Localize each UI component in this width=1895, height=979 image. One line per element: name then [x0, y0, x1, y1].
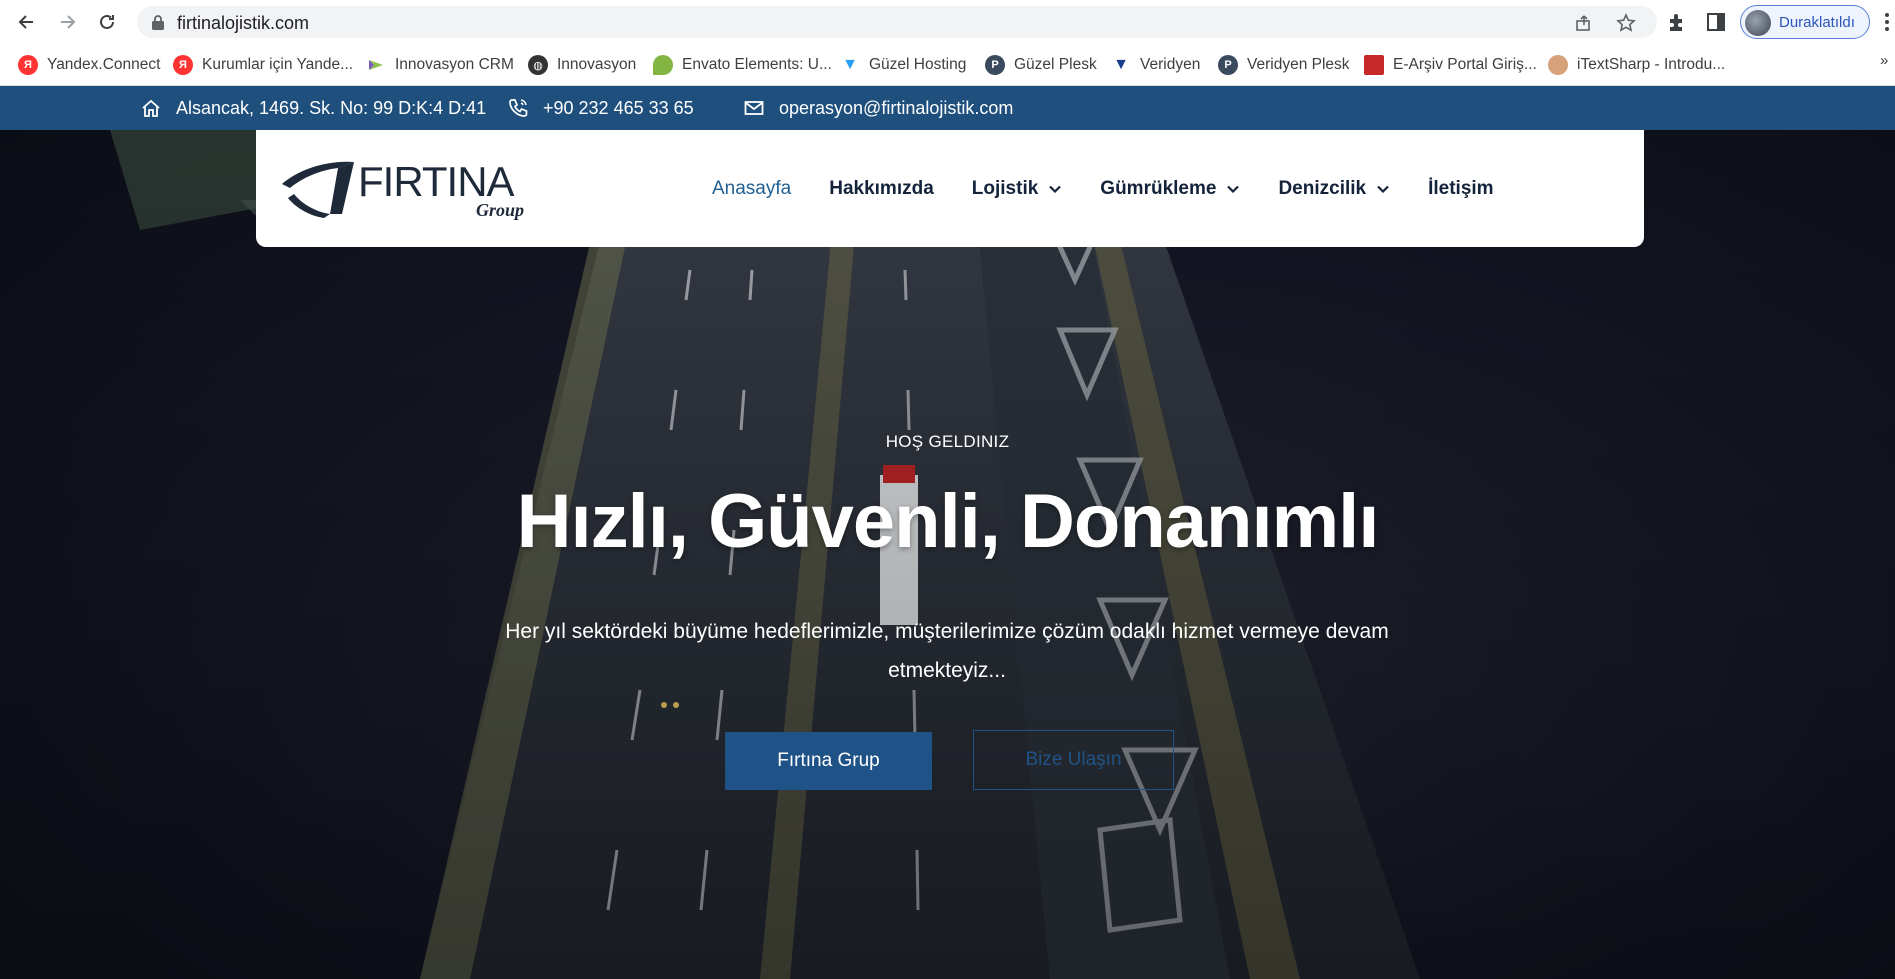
yandex-icon: Я: [173, 55, 193, 75]
site-header: FIRTINA Group Anasayfa Hakkımızda Lojist…: [256, 130, 1644, 247]
hero-headline: Hızlı, Güvenli, Donanımlı: [516, 479, 1380, 564]
profile-label: Duraklatıldı: [1779, 14, 1855, 31]
earsiv-icon: [1364, 55, 1384, 75]
address-text: Alsancak, 1469. Sk. No: 99 D:K:4 D:41: [176, 97, 487, 118]
chevron-down-icon: [1227, 185, 1240, 193]
home-icon: [142, 99, 160, 117]
nav-lojistik[interactable]: Lojistik: [972, 178, 1063, 200]
address-bar[interactable]: firtinalojistik.com: [137, 6, 1657, 38]
bookmark-veridyen[interactable]: ▼ Veridyen: [1111, 53, 1200, 77]
bize-ulasin-button[interactable]: Bize Ulaşın: [973, 730, 1174, 790]
reload-icon: [100, 14, 114, 29]
forward-button[interactable]: [53, 8, 81, 36]
plesk-icon: P: [985, 55, 1005, 75]
nav-hakkimizda[interactable]: Hakkımızda: [829, 178, 934, 200]
bookmark-yandex-connect[interactable]: Я Yandex.Connect: [18, 53, 160, 77]
veridyen-icon: ▼: [1113, 56, 1129, 73]
hero-eyebrow: HOŞ GELDINIZ: [885, 432, 1010, 451]
main-nav: Anasayfa Hakkımızda Lojistik Gümrükleme …: [712, 130, 1532, 247]
nav-gumrukleme[interactable]: Gümrükleme: [1100, 178, 1240, 200]
bookmarks-bar: Я Yandex.Connect Я Kurumlar için Yande... …: [0, 44, 1895, 86]
hosting-icon: ▼: [842, 56, 858, 73]
contact-topbar: Alsancak, 1469. Sk. No: 99 D:K:4 D:41 +9…: [0, 86, 1895, 130]
bookmark-innovasyon[interactable]: ◍ Innovasyon: [528, 53, 636, 77]
bookmark-envato[interactable]: Envato Elements: U...: [653, 53, 832, 77]
profile-button[interactable]: Duraklatıldı: [1740, 5, 1870, 39]
firtina-grup-button[interactable]: Fırtına Grup: [725, 732, 932, 790]
hero-lead: Her yıl sektördeki büyüme hedeflerimizle…: [505, 620, 1389, 682]
nav-iletisim[interactable]: İletişim: [1428, 178, 1493, 200]
mail-icon: [744, 101, 764, 115]
lock-icon: [152, 15, 164, 30]
arrow-right-icon: [61, 15, 76, 29]
more-vert-icon[interactable]: [1884, 12, 1890, 32]
logo-tagline: Group: [476, 200, 524, 220]
firtina-logo[interactable]: FIRTINA Group: [280, 154, 550, 224]
bookmark-veridyen-plesk[interactable]: P Veridyen Plesk: [1218, 53, 1350, 77]
bookmark-itextsharp[interactable]: iTextSharp - Introdu...: [1548, 53, 1725, 77]
envato-icon: [653, 55, 673, 75]
phone-text: +90 232 465 33 65: [543, 97, 694, 118]
nav-anasayfa[interactable]: Anasayfa: [712, 178, 791, 200]
address-info: Alsancak, 1469. Sk. No: 99 D:K:4 D:41: [140, 86, 486, 130]
share-icon[interactable]: [1574, 13, 1594, 33]
globe-icon: ◍: [528, 55, 548, 75]
phone-icon: [509, 99, 528, 117]
itextsharp-icon: [1548, 55, 1568, 75]
star-icon[interactable]: [1616, 13, 1636, 33]
bookmarks-overflow-button[interactable]: »: [1880, 52, 1888, 69]
arrow-left-icon: [18, 15, 33, 29]
plesk-icon: P: [1218, 55, 1238, 75]
browser-toolbar: firtinalojistik.com Duraklatıldı: [0, 0, 1895, 44]
bookmark-kurumlar[interactable]: Я Kurumlar için Yande...: [173, 53, 353, 77]
chevron-down-icon: [1049, 185, 1062, 193]
bookmark-guzel-hosting[interactable]: ▼ Güzel Hosting: [840, 53, 966, 77]
bookmark-guzel-plesk[interactable]: P Güzel Plesk: [985, 53, 1097, 77]
side-panel-icon[interactable]: [1705, 11, 1727, 33]
logo-name: FIRTINA: [358, 158, 515, 205]
chevron-down-icon: [1377, 185, 1389, 193]
phone-link[interactable]: +90 232 465 33 65: [507, 86, 694, 130]
bookmark-e-arsiv[interactable]: E-Arşiv Portal Giriş...: [1364, 53, 1537, 77]
bookmark-innovasyon-crm[interactable]: Innovasyon CRM: [366, 53, 514, 77]
url-text: firtinalojistik.com: [177, 13, 310, 33]
innovasyon-icon: [366, 55, 386, 75]
back-button[interactable]: [13, 8, 41, 36]
nav-denizcilik[interactable]: Denizcilik: [1278, 178, 1390, 200]
email-text: operasyon@firtinalojistik.com: [779, 97, 1014, 118]
avatar: [1745, 10, 1771, 36]
yandex-icon: Я: [18, 55, 38, 75]
reload-button[interactable]: [93, 8, 121, 36]
extensions-icon[interactable]: [1666, 11, 1688, 33]
email-link[interactable]: operasyon@firtinalojistik.com: [743, 86, 1013, 130]
